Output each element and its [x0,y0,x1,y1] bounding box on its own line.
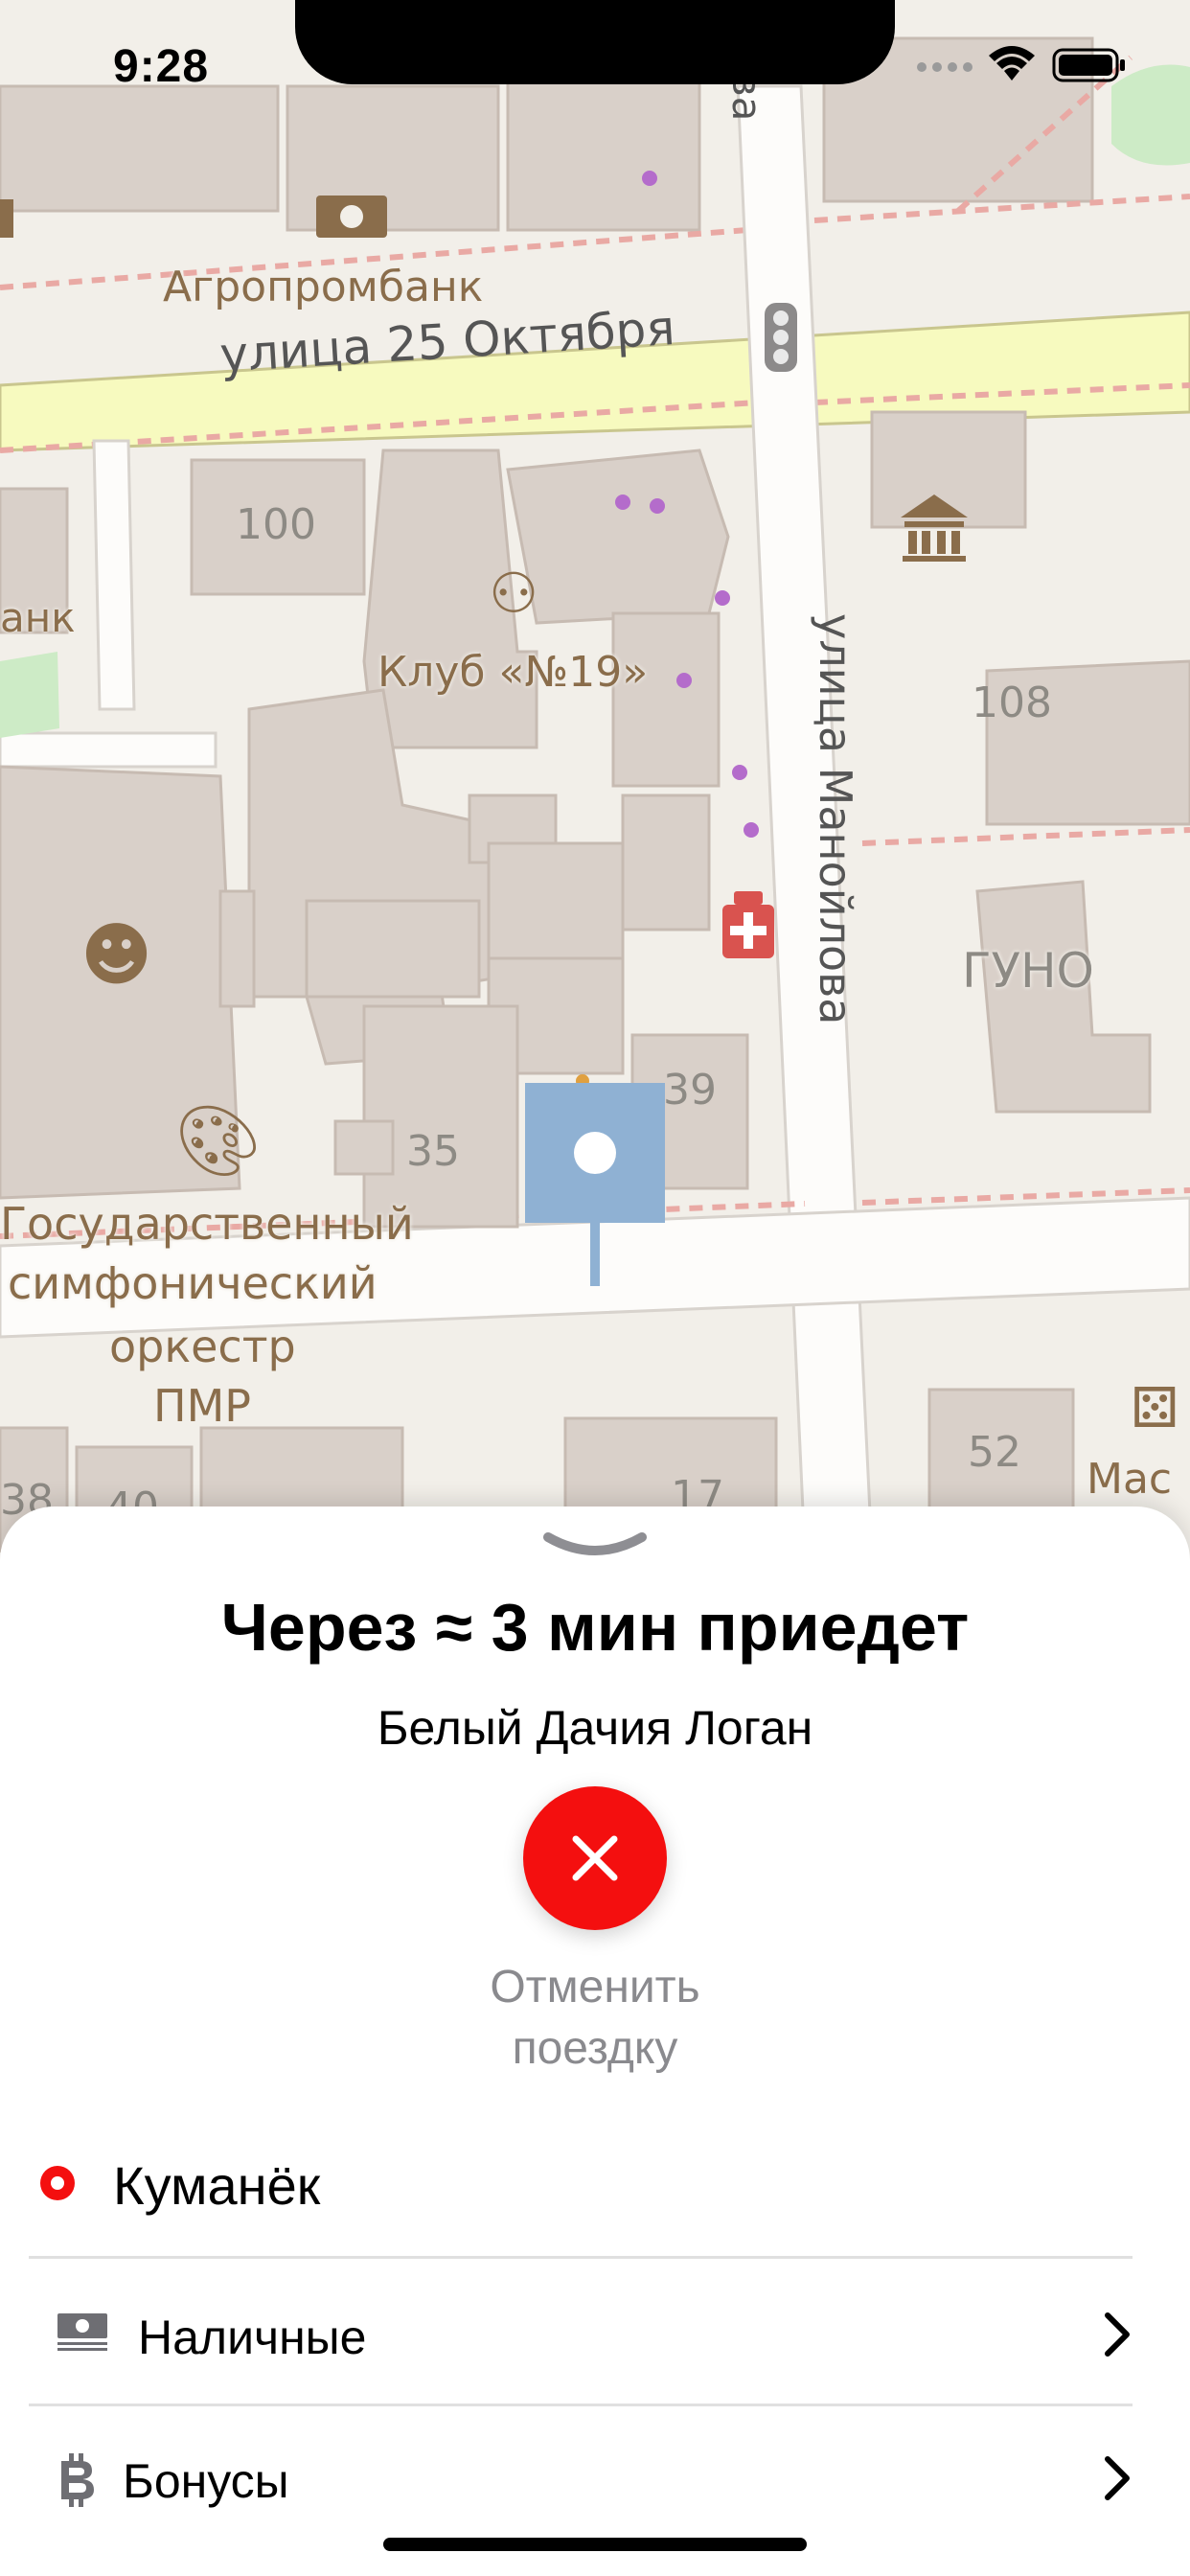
battery-icon [1052,48,1125,82]
agroprombank-label: Агропромбанк [163,263,484,311]
cancel-label-line-2: поездку [512,2023,678,2074]
close-icon [572,1835,618,1881]
cancel-label-line-1: Отменить [490,1962,700,2012]
ride-bottom-sheet: Через ≈ 3 мин приедет Белый Дачия Логан … [0,1506,1190,2576]
games-dice-icon: ⚄ [1131,1375,1179,1440]
street-manoylova-label: улица Манойлова [810,613,861,1025]
car-description: Белый Дачия Логан [377,1701,813,1755]
art-palette-icon: 🎨︎ [174,1100,263,1181]
sheet-collapse-chevron-icon[interactable] [542,1530,648,1564]
device-notch [295,0,895,84]
cellular-signal-icon [917,62,973,72]
home-indicator[interactable] [383,2538,807,2551]
payment-method-row[interactable]: Наличные [0,2281,1190,2396]
map-canvas [0,0,1190,1552]
bonuses-label: Бонусы [123,2454,289,2508]
map-view[interactable]: улица 25 Октября улица Манойлова ва Агро… [0,0,1190,1552]
shop-partial-label: Мас [1087,1455,1173,1504]
eta-title: Через ≈ 3 мин приедет [220,1590,970,1665]
cash-icon [57,2313,107,2351]
orchestra-label-line-2: симфонический [8,1257,378,1309]
bonuses-row[interactable]: Бонусы [0,2425,1190,2540]
bank-partial-label: анк [0,594,76,641]
orchestra-label-line-1: Государственный [0,1198,414,1250]
wifi-icon [989,46,1035,80]
club-label: Клуб «№19» [378,648,649,697]
theatre-masks-icon: ☻ [80,914,153,995]
house-number-35: 35 [406,1127,460,1176]
house-number-39: 39 [663,1066,717,1115]
chevron-right-icon [1105,2456,1130,2500]
guno-label: ГУНО [962,943,1094,999]
house-number-52: 52 [968,1428,1021,1477]
house-number-108: 108 [972,678,1052,727]
destination-name[interactable]: Куманёк [113,2154,320,2217]
bitcoin-bonus-icon [61,2453,94,2507]
destination-marker-icon [40,2166,75,2200]
cancel-ride-button[interactable] [523,1786,667,1930]
pickup-location-pin[interactable] [525,1083,665,1223]
orchestra-label-line-3: оркестр [109,1321,296,1372]
club-people-icon: ⚇ [489,561,538,626]
status-time: 9:28 [113,41,210,92]
divider [29,2256,1133,2259]
pin-stem [590,1223,600,1286]
payment-method-label: Наличные [138,2311,367,2364]
status-bar: 9:28 [0,0,1190,126]
screen: улица 25 Октября улица Манойлова ва Агро… [0,0,1190,2576]
house-number-100: 100 [236,500,316,549]
cancel-ride-label[interactable]: Отменить поездку [355,1957,835,2080]
pin-center-dot [574,1132,616,1174]
orchestra-label-line-4: ПМР [153,1380,252,1432]
divider [29,2404,1133,2406]
chevron-right-icon [1105,2312,1130,2357]
